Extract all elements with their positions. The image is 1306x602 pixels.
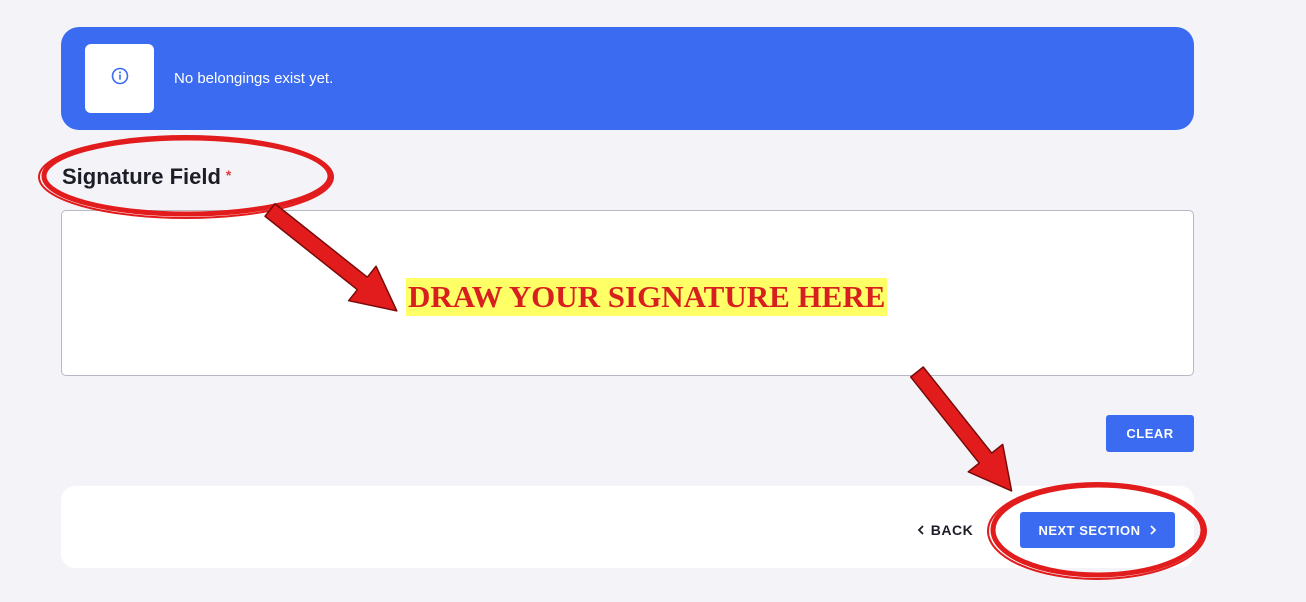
chevron-left-icon bbox=[917, 525, 925, 535]
next-section-label: NEXT SECTION bbox=[1038, 522, 1141, 538]
signature-field-label: Signature Field * bbox=[62, 164, 231, 190]
info-alert-banner: No belongings exist yet. bbox=[61, 27, 1194, 130]
alert-icon-container bbox=[85, 44, 154, 113]
draw-signature-hint: DRAW YOUR SIGNATURE HERE bbox=[406, 278, 888, 316]
back-button[interactable]: BACK bbox=[903, 513, 987, 547]
back-button-label: BACK bbox=[930, 522, 974, 538]
alert-message: No belongings exist yet. bbox=[174, 70, 334, 87]
arrow-to-next-section bbox=[909, 366, 1013, 492]
required-indicator: * bbox=[225, 167, 232, 183]
next-section-button[interactable]: NEXT SECTION bbox=[1020, 512, 1175, 548]
info-icon bbox=[111, 67, 129, 90]
signature-label-text: Signature Field bbox=[62, 164, 221, 189]
clear-button[interactable]: CLEAR bbox=[1106, 415, 1194, 452]
chevron-right-icon bbox=[1149, 525, 1157, 535]
